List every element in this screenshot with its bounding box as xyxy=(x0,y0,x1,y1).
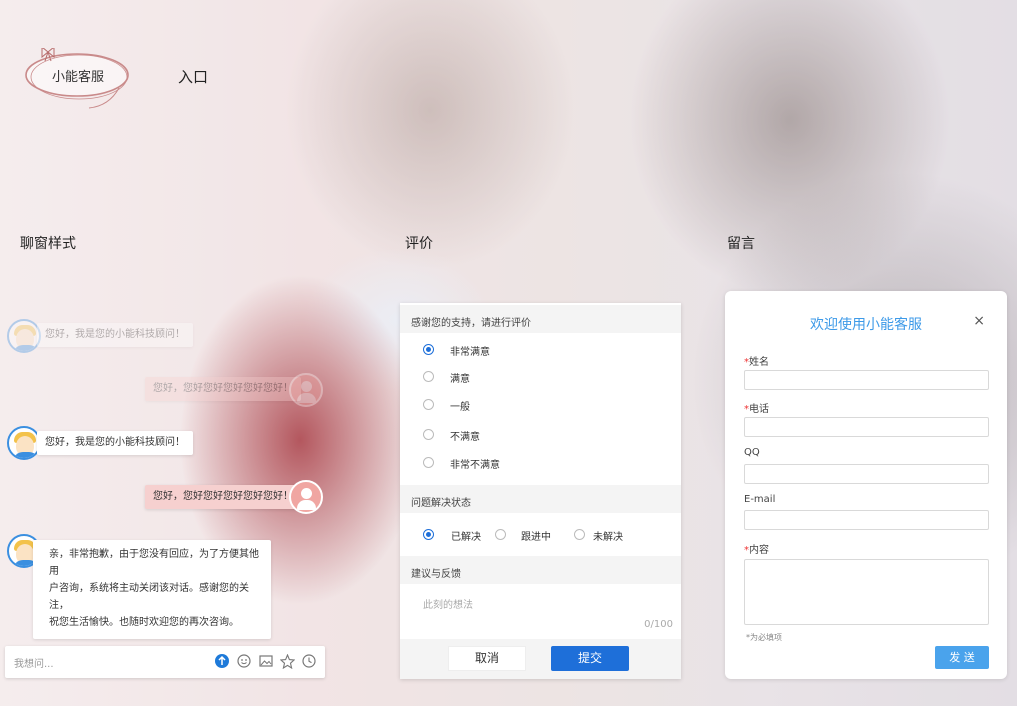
content-field[interactable] xyxy=(744,559,989,625)
chat-bubble-agent: 您好，我是您的小能科技顾问！ xyxy=(37,431,193,455)
field-label-content: *内容 xyxy=(744,545,769,556)
status-header: 问题解决状态 xyxy=(400,485,681,513)
close-icon[interactable]: × xyxy=(973,313,985,329)
field-label-name: *姓名 xyxy=(744,357,769,368)
section-title-msg: 留言 xyxy=(727,236,755,252)
logo-text: 小能客服 xyxy=(51,70,104,85)
logo: 小能客服 xyxy=(24,48,130,109)
suggest-header: 建议与反馈 xyxy=(400,556,681,584)
name-field[interactable] xyxy=(744,370,989,390)
user-avatar xyxy=(289,480,323,514)
closing-line: 祝您生活愉快。也随时欢迎您的再次咨询。 xyxy=(49,617,239,628)
radio-checked-icon[interactable] xyxy=(423,344,434,355)
radio-icon[interactable] xyxy=(423,457,434,468)
required-note: *为必填项 xyxy=(746,633,782,642)
char-counter: 0/100 xyxy=(644,619,673,630)
status-label: 跟进中 xyxy=(521,532,551,543)
field-label-phone: *电话 xyxy=(744,404,769,415)
radio-icon[interactable] xyxy=(574,529,585,540)
evaluation-panel: 感谢您的支持，请进行评价 非常满意 满意 一般 不满意 非常不满意 问题解决状态… xyxy=(400,303,681,679)
chat-input-placeholder: 我想问... xyxy=(14,659,54,670)
suggest-input[interactable]: 此刻的想法 xyxy=(423,596,473,611)
qq-field[interactable] xyxy=(744,464,989,484)
radio-icon[interactable] xyxy=(423,371,434,382)
status-label: 未解决 xyxy=(593,532,623,543)
agent-avatar xyxy=(7,319,41,353)
message-title: 欢迎使用小能客服 xyxy=(810,317,922,333)
clock-icon[interactable] xyxy=(302,654,317,669)
star-icon[interactable] xyxy=(280,654,295,669)
email-field[interactable] xyxy=(744,510,989,530)
radio-icon[interactable] xyxy=(423,429,434,440)
emoji-icon[interactable] xyxy=(237,654,252,669)
user-avatar xyxy=(289,373,323,407)
radio-checked-icon[interactable] xyxy=(423,529,434,540)
radio-icon[interactable] xyxy=(423,399,434,410)
status-label: 已解决 xyxy=(451,532,481,543)
rating-label: 不满意 xyxy=(450,432,480,443)
section-title-eval: 评价 xyxy=(405,236,433,252)
agent-avatar xyxy=(7,426,41,460)
phone-field[interactable] xyxy=(744,417,989,437)
upload-icon[interactable] xyxy=(215,654,230,669)
rating-label: 非常满意 xyxy=(450,347,490,358)
entry-label: 入口 xyxy=(178,68,209,86)
rating-label: 一般 xyxy=(450,402,470,413)
section-title-chat: 聊窗样式 xyxy=(20,236,76,252)
rating-label: 非常不满意 xyxy=(450,460,500,471)
eval-header: 感谢您的支持，请进行评价 xyxy=(400,305,681,333)
rating-label: 满意 xyxy=(450,374,470,385)
closing-line: 亲，非常抱歉，由于您没有回应，为了方便其他用 xyxy=(49,549,259,577)
send-button[interactable]: 发 送 xyxy=(935,646,989,669)
image-icon[interactable] xyxy=(259,654,274,669)
radio-icon[interactable] xyxy=(495,529,506,540)
chat-bubble-user: 您好，您好您好您好您好您好！ xyxy=(145,485,301,509)
chat-input[interactable]: 我想问... xyxy=(5,646,325,678)
closing-line: 户咨询，系统将主动关闭该对话。感谢您的关注， xyxy=(49,583,249,611)
chat-bubble-agent-closing: 亲，非常抱歉，由于您没有回应，为了方便其他用 户咨询，系统将主动关闭该对话。感谢… xyxy=(33,540,271,639)
eval-footer xyxy=(400,639,681,679)
chat-bubble-user: 您好，您好您好您好您好您好！ xyxy=(145,377,301,401)
message-panel: 欢迎使用小能客服 × *姓名 *电话 QQ E-mail *内容 *为必填项 发… xyxy=(725,291,1007,679)
field-label-email: E-mail xyxy=(744,494,776,505)
chat-bubble-agent: 您好，我是您的小能科技顾问！ xyxy=(37,323,193,347)
submit-button[interactable]: 提交 xyxy=(551,646,629,671)
field-label-qq: QQ xyxy=(744,447,760,458)
cancel-button[interactable]: 取消 xyxy=(448,646,526,671)
